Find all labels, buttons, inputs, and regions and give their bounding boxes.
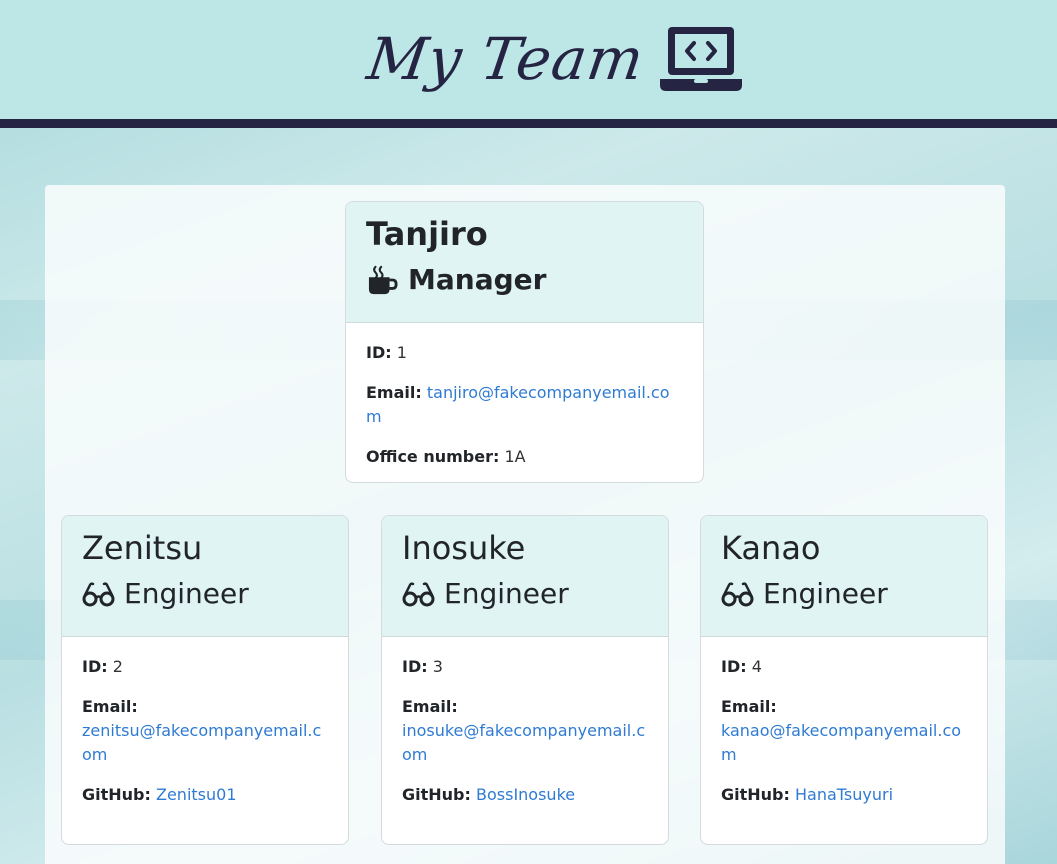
employee-name: Zenitsu	[82, 529, 203, 567]
id-value: 4	[751, 657, 762, 676]
id-value: 1	[396, 343, 407, 362]
page-title: My Team	[363, 25, 649, 93]
card-body: ID: 4 Email: kanao@fakecompanyemail.com …	[701, 637, 987, 807]
github-row: GitHub: BossInosuke	[402, 783, 648, 807]
email-label: Email:	[82, 697, 138, 716]
role-label: Engineer	[444, 577, 569, 610]
email-label: Email:	[366, 383, 422, 402]
github-row: GitHub: HanaTsuyuri	[721, 783, 967, 807]
employee-role: Engineer	[402, 574, 648, 614]
glasses-icon	[402, 582, 435, 607]
email-link[interactable]: inosuke@fakecompanyemail.com	[402, 721, 645, 764]
github-link[interactable]: HanaTsuyuri	[795, 785, 893, 804]
office-row: Office number: 1A	[366, 445, 683, 469]
id-label: ID:	[402, 657, 428, 676]
email-label: Email:	[402, 697, 458, 716]
card-header: Kanao Engineer	[701, 516, 987, 637]
card-body: ID: 1 Email: tanjiro@fakecompanyemail.co…	[346, 323, 703, 469]
card-header: Tanjiro Manager	[346, 202, 703, 323]
brand: My Team	[363, 14, 742, 104]
engineer-card: Zenitsu Engineer ID: 2 Email: zenitsu@fa…	[61, 515, 349, 845]
card-header: Zenitsu Engineer	[62, 516, 348, 637]
email-link[interactable]: zenitsu@fakecompanyemail.com	[82, 721, 321, 764]
github-link[interactable]: Zenitsu01	[156, 785, 237, 804]
id-value: 2	[112, 657, 123, 676]
glasses-icon	[721, 582, 754, 607]
employee-role: Manager	[366, 260, 683, 300]
id-label: ID:	[721, 657, 747, 676]
engineer-card: Kanao Engineer ID: 4 Email: kanao@fakeco…	[700, 515, 988, 845]
card-body: ID: 2 Email: zenitsu@fakecompanyemail.co…	[62, 637, 348, 807]
github-label: GitHub:	[721, 785, 790, 804]
github-link[interactable]: BossInosuke	[476, 785, 575, 804]
glasses-icon	[82, 582, 115, 607]
id-row: ID: 1	[366, 341, 683, 365]
engineer-card: Inosuke Engineer ID: 3 Email: inosuke@fa…	[381, 515, 669, 845]
id-label: ID:	[82, 657, 108, 676]
manager-card: Tanjiro Manager ID: 1 Email: tanjiro@fak…	[345, 201, 704, 483]
role-label: Engineer	[763, 577, 888, 610]
email-link[interactable]: kanao@fakecompanyemail.com	[721, 721, 961, 764]
card-body: ID: 3 Email: inosuke@fakecompanyemail.co…	[382, 637, 668, 807]
page-header: My Team	[0, 0, 1057, 128]
coffee-mug-icon	[368, 265, 398, 295]
employee-name: Kanao	[721, 529, 821, 567]
employee-name: Inosuke	[402, 529, 526, 567]
email-row: Email: tanjiro@fakecompanyemail.com	[366, 381, 683, 429]
github-label: GitHub:	[402, 785, 471, 804]
id-row: ID: 3	[402, 655, 648, 679]
github-row: GitHub: Zenitsu01	[82, 783, 328, 807]
office-value: 1A	[504, 447, 526, 466]
role-label: Engineer	[124, 577, 249, 610]
github-label: GitHub:	[82, 785, 151, 804]
id-row: ID: 2	[82, 655, 328, 679]
id-value: 3	[432, 657, 443, 676]
email-row: Email: zenitsu@fakecompanyemail.com	[82, 695, 328, 767]
employee-name: Tanjiro	[366, 215, 488, 253]
laptop-code-icon	[659, 27, 742, 91]
card-header: Inosuke Engineer	[382, 516, 668, 637]
email-row: Email: inosuke@fakecompanyemail.com	[402, 695, 648, 767]
id-row: ID: 4	[721, 655, 967, 679]
email-label: Email:	[721, 697, 777, 716]
role-label: Manager	[408, 263, 547, 296]
email-row: Email: kanao@fakecompanyemail.com	[721, 695, 967, 767]
id-label: ID:	[366, 343, 392, 362]
team-panel: Tanjiro Manager ID: 1 Email: tanjiro@fak…	[45, 185, 1005, 864]
employee-role: Engineer	[82, 574, 328, 614]
employee-role: Engineer	[721, 574, 967, 614]
office-label: Office number:	[366, 447, 500, 466]
